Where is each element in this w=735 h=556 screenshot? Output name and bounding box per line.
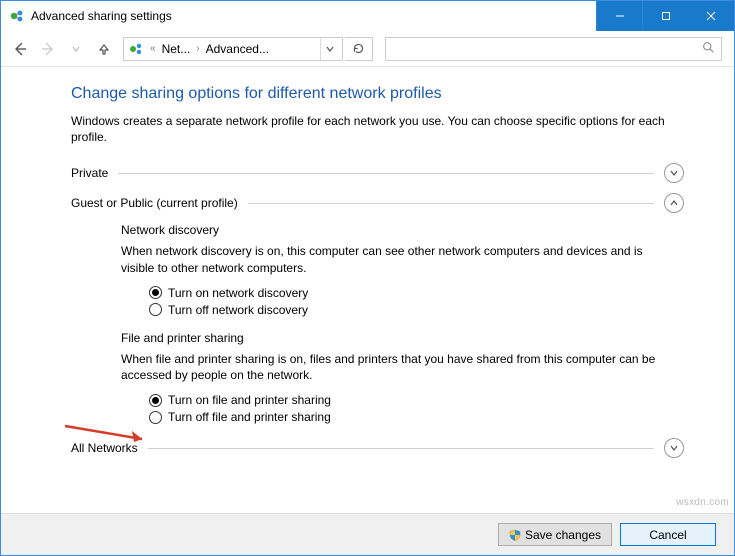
save-changes-button[interactable]: Save changes	[498, 523, 612, 546]
button-label: Save changes	[525, 528, 601, 542]
radio-icon	[149, 411, 162, 424]
radio-label: Turn off file and printer sharing	[168, 410, 331, 424]
divider	[248, 203, 654, 204]
button-label: Cancel	[649, 528, 686, 542]
radio-icon	[149, 394, 162, 407]
section-label: Private	[71, 166, 108, 180]
window-close-button[interactable]	[688, 1, 734, 31]
radio-turn-on-network-discovery[interactable]: Turn on network discovery	[149, 286, 684, 300]
navbar: « Net... › Advanced...	[1, 31, 734, 67]
section-guest-public[interactable]: Guest or Public (current profile)	[71, 193, 684, 213]
titlebar: Advanced sharing settings	[1, 1, 734, 31]
refresh-button[interactable]	[345, 37, 373, 61]
subsection-file-printer-title: File and printer sharing	[121, 331, 684, 345]
app-icon	[9, 8, 25, 24]
page-description: Windows creates a separate network profi…	[71, 113, 684, 145]
breadcrumb-item[interactable]: Net...	[162, 42, 191, 56]
content-area: Change sharing options for different net…	[1, 67, 734, 513]
section-label: All Networks	[71, 441, 138, 455]
radio-icon	[149, 303, 162, 316]
section-all-networks[interactable]: All Networks	[71, 438, 684, 458]
divider	[118, 173, 654, 174]
breadcrumb-sep-icon: «	[148, 43, 158, 54]
breadcrumb[interactable]: « Net... › Advanced...	[123, 37, 343, 61]
radio-group-network-discovery: Turn on network discovery Turn off netwo…	[149, 286, 684, 317]
section-private[interactable]: Private	[71, 163, 684, 183]
radio-group-file-printer: Turn on file and printer sharing Turn of…	[149, 393, 684, 424]
watermark: wsxdn.com	[676, 497, 729, 508]
window-minimize-button[interactable]	[596, 1, 642, 31]
nav-recent-dropdown[interactable]	[63, 36, 89, 62]
subsection-network-discovery-title: Network discovery	[121, 223, 684, 237]
breadcrumb-dropdown[interactable]	[320, 38, 338, 60]
window-maximize-button[interactable]	[642, 1, 688, 31]
expand-icon[interactable]	[664, 163, 684, 183]
shield-icon	[509, 529, 521, 541]
subsection-file-printer-desc: When file and printer sharing is on, fil…	[121, 351, 674, 383]
search-icon	[702, 41, 715, 57]
nav-forward-button[interactable]	[35, 36, 61, 62]
search-input[interactable]	[385, 37, 722, 61]
radio-label: Turn on file and printer sharing	[168, 393, 331, 407]
subsection-network-discovery-desc: When network discovery is on, this compu…	[121, 243, 674, 275]
divider	[148, 448, 654, 449]
window-title: Advanced sharing settings	[31, 9, 596, 23]
nav-up-button[interactable]	[91, 36, 117, 62]
nav-back-button[interactable]	[7, 36, 33, 62]
expand-icon[interactable]	[664, 438, 684, 458]
page-title: Change sharing options for different net…	[71, 85, 684, 103]
radio-turn-off-file-printer-sharing[interactable]: Turn off file and printer sharing	[149, 410, 684, 424]
breadcrumb-item[interactable]: Advanced...	[206, 42, 269, 56]
cancel-button[interactable]: Cancel	[620, 523, 716, 546]
collapse-icon[interactable]	[664, 193, 684, 213]
radio-icon	[149, 286, 162, 299]
radio-turn-off-network-discovery[interactable]: Turn off network discovery	[149, 303, 684, 317]
radio-label: Turn on network discovery	[168, 286, 308, 300]
radio-turn-on-file-printer-sharing[interactable]: Turn on file and printer sharing	[149, 393, 684, 407]
breadcrumb-icon	[128, 41, 144, 57]
chevron-right-icon: ›	[194, 43, 201, 54]
footer: Save changes Cancel	[1, 513, 734, 555]
radio-label: Turn off network discovery	[168, 303, 308, 317]
section-label: Guest or Public (current profile)	[71, 196, 238, 210]
